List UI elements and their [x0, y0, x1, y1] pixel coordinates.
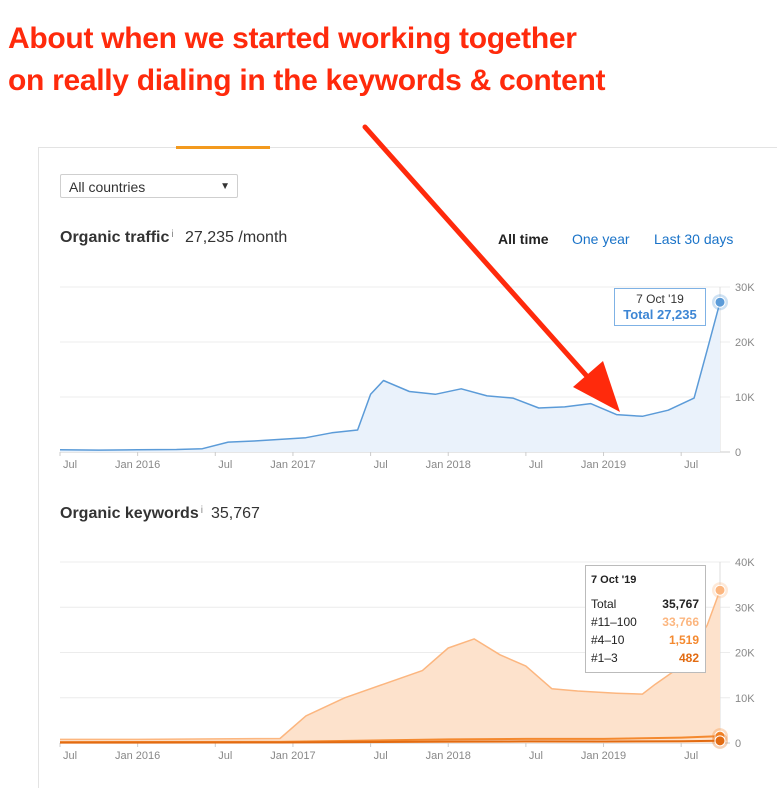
tooltip-row-11-100: #11–100 33,766 — [591, 615, 699, 633]
y-tick-label: 0 — [735, 738, 741, 750]
traffic-tooltip-date: 7 Oct '19 — [636, 292, 684, 306]
tooltip-label: #1–3 — [591, 651, 618, 665]
traffic-point — [714, 296, 726, 308]
tooltip-value: 482 — [678, 651, 699, 665]
x-tick-label: Jul — [218, 750, 232, 762]
x-tick-label: Jul — [374, 459, 388, 471]
x-tick-label: Jul — [63, 750, 77, 762]
x-tick-label: Jul — [63, 459, 77, 471]
tooltip-value: 33,766 — [662, 615, 699, 629]
x-tick-label: Jan 2018 — [426, 459, 471, 471]
keywords-tooltip-date: 7 Oct '19 — [591, 574, 637, 586]
x-tick-label: Jan 2017 — [270, 750, 315, 762]
x-tick-label: Jul — [374, 750, 388, 762]
keywords-tooltip: 7 Oct '19 Total 35,767 #11–100 33,766 #4… — [585, 565, 706, 673]
tooltip-label: #11–100 — [591, 615, 637, 629]
y-tick-label: 20K — [735, 648, 755, 660]
x-tick-label: Jan 2016 — [115, 459, 160, 471]
tooltip-value: 1,519 — [668, 633, 699, 647]
tooltip-row-4-10: #4–10 1,519 — [591, 633, 699, 651]
arrow-shaft — [362, 124, 596, 386]
tooltip-row-total: Total 35,767 — [591, 597, 699, 615]
x-tick-label: Jan 2016 — [115, 750, 160, 762]
y-tick-label: 40K — [735, 557, 755, 569]
keywords-1-3-point — [714, 735, 726, 747]
x-tick-label: Jul — [684, 750, 698, 762]
x-tick-label: Jul — [529, 459, 543, 471]
traffic-tooltip-value: Total 27,235 — [623, 307, 697, 322]
y-tick-label: 30K — [735, 602, 755, 614]
tooltip-label: #4–10 — [591, 633, 625, 647]
y-tick-label: 0 — [735, 447, 741, 459]
annotation-arrow — [362, 124, 620, 412]
x-tick-label: Jan 2017 — [270, 459, 315, 471]
y-tick-label: 10K — [735, 693, 755, 705]
x-tick-label: Jan 2018 — [426, 750, 471, 762]
x-tick-label: Jul — [529, 750, 543, 762]
x-tick-label: Jul — [684, 459, 698, 471]
tooltip-row-1-3: #1–3 482 — [591, 651, 699, 669]
x-tick-label: Jan 2019 — [581, 459, 626, 471]
keywords-11-100-point — [714, 584, 726, 596]
y-tick-label: 30K — [735, 282, 755, 294]
tooltip-label: Total — [591, 597, 617, 611]
y-tick-label: 10K — [735, 392, 755, 404]
x-tick-label: Jan 2019 — [581, 750, 626, 762]
traffic-tooltip: 7 Oct '19 Total 27,235 — [614, 288, 706, 326]
x-tick-label: Jul — [218, 459, 232, 471]
y-tick-label: 20K — [735, 337, 755, 349]
tooltip-value: 35,767 — [662, 597, 699, 611]
